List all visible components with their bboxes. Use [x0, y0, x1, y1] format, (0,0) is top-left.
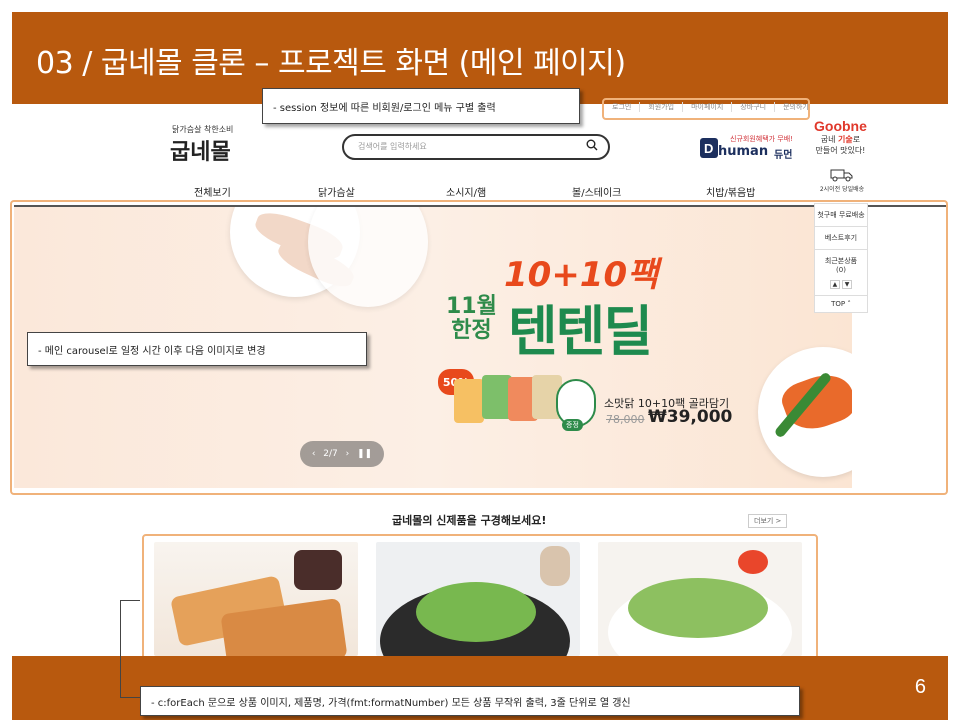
scroll-top-label: TOP [831, 300, 846, 308]
human-brand: human [718, 144, 769, 159]
nav-item-sausage[interactable]: 소시지/햄 [446, 184, 486, 199]
chevron-down-icon[interactable]: ▼ [842, 280, 853, 289]
human-brand-ko: 듀먼 [774, 150, 793, 161]
carousel-pause-icon[interactable]: ❚❚ [357, 449, 372, 459]
products-note-connector [120, 600, 140, 698]
goobne-line2: 만들어 맛있다! [815, 146, 866, 155]
products-note: - c:forEach 문으로 상품 이미지, 제품명, 가격(fmt:form… [140, 686, 800, 716]
products-note-text: - c:forEach 문으로 상품 이미지, 제품명, 가격(fmt:form… [151, 697, 631, 709]
carousel-pager: 2/7 [323, 449, 338, 459]
search-input[interactable]: 검색어를 입력하세요 [342, 134, 610, 160]
carousel-note: - 메인 carousel로 일정 시간 이후 다음 이미지로 변경 [27, 332, 367, 366]
carousel-controls: ‹ 2/7 › ❚❚ [300, 441, 384, 467]
carousel-next-icon[interactable]: › [346, 449, 350, 459]
nav-item-ball-steak[interactable]: 볼/스테이크 [572, 184, 621, 199]
free-shipping-link[interactable]: 첫구매 무료배송 [815, 204, 867, 227]
nav-item-all[interactable]: 전체보기 [194, 184, 231, 199]
carousel-note-text: - 메인 carousel로 일정 시간 이후 다음 이미지로 변경 [38, 345, 266, 357]
goobne-line1-pre: 굽네 [820, 135, 839, 144]
best-review-link[interactable]: 베스트후기 [815, 227, 867, 250]
session-note: - session 정보에 따른 비회원/로그인 메뉴 구별 출력 [262, 88, 580, 124]
session-note-text: - session 정보에 따른 비회원/로그인 메뉴 구별 출력 [273, 102, 496, 114]
search-placeholder: 검색어를 입력하세요 [358, 142, 427, 151]
scroll-top-button[interactable]: TOP ˄ [815, 296, 867, 312]
human-banner-sub: 신규회원혜택가 무배! [730, 135, 793, 143]
goobne-line1-hl: 기술 [838, 135, 853, 144]
recent-products-count: (0) [836, 266, 846, 274]
products-highlight-box [142, 534, 818, 670]
svg-text:D: D [704, 141, 713, 156]
recent-products-arrows: ▲ ▼ [815, 280, 867, 289]
goobne-banner[interactable]: Goobne 굽네 기술로 만들어 맛있다! [814, 118, 867, 156]
goobne-line1-post: 로 [852, 135, 861, 144]
recent-products-label: 최근본상품 [824, 257, 858, 265]
more-button[interactable]: 더보기 > [748, 514, 788, 528]
slide-title: 03 / 굽네몰 클론 – 프로젝트 화면 (메인 페이지) [36, 46, 626, 81]
side-quick-panel: 첫구매 무료배송 베스트후기 최근본상품 (0) ▲ ▼ TOP ˄ [814, 203, 868, 313]
session-highlight-box [602, 98, 810, 120]
search-icon[interactable] [586, 139, 598, 151]
recent-products: 최근본상품 (0) ▲ ▼ [815, 250, 867, 296]
carousel-prev-icon[interactable]: ‹ [312, 449, 316, 459]
new-products-heading: 굽네몰의 신제품을 구경해보세요! [392, 514, 547, 527]
human-logo-icon: D [700, 138, 718, 158]
nav-item-rice[interactable]: 치밥/볶음밥 [706, 184, 755, 199]
goobne-brand: Goobne [814, 118, 867, 134]
truck-icon [830, 169, 853, 182]
site-logo[interactable]: 굽네몰 [170, 134, 231, 166]
delivery-label: 2시이전 당일배송 [819, 186, 865, 193]
same-day-delivery[interactable]: 2시이전 당일배송 [816, 168, 868, 193]
chevron-up-icon[interactable]: ▲ [829, 280, 840, 289]
nav-item-chicken-breast[interactable]: 닭가슴살 [318, 184, 355, 199]
chevron-up-icon: ˄ [847, 300, 851, 308]
page-number: 6 [914, 676, 926, 698]
